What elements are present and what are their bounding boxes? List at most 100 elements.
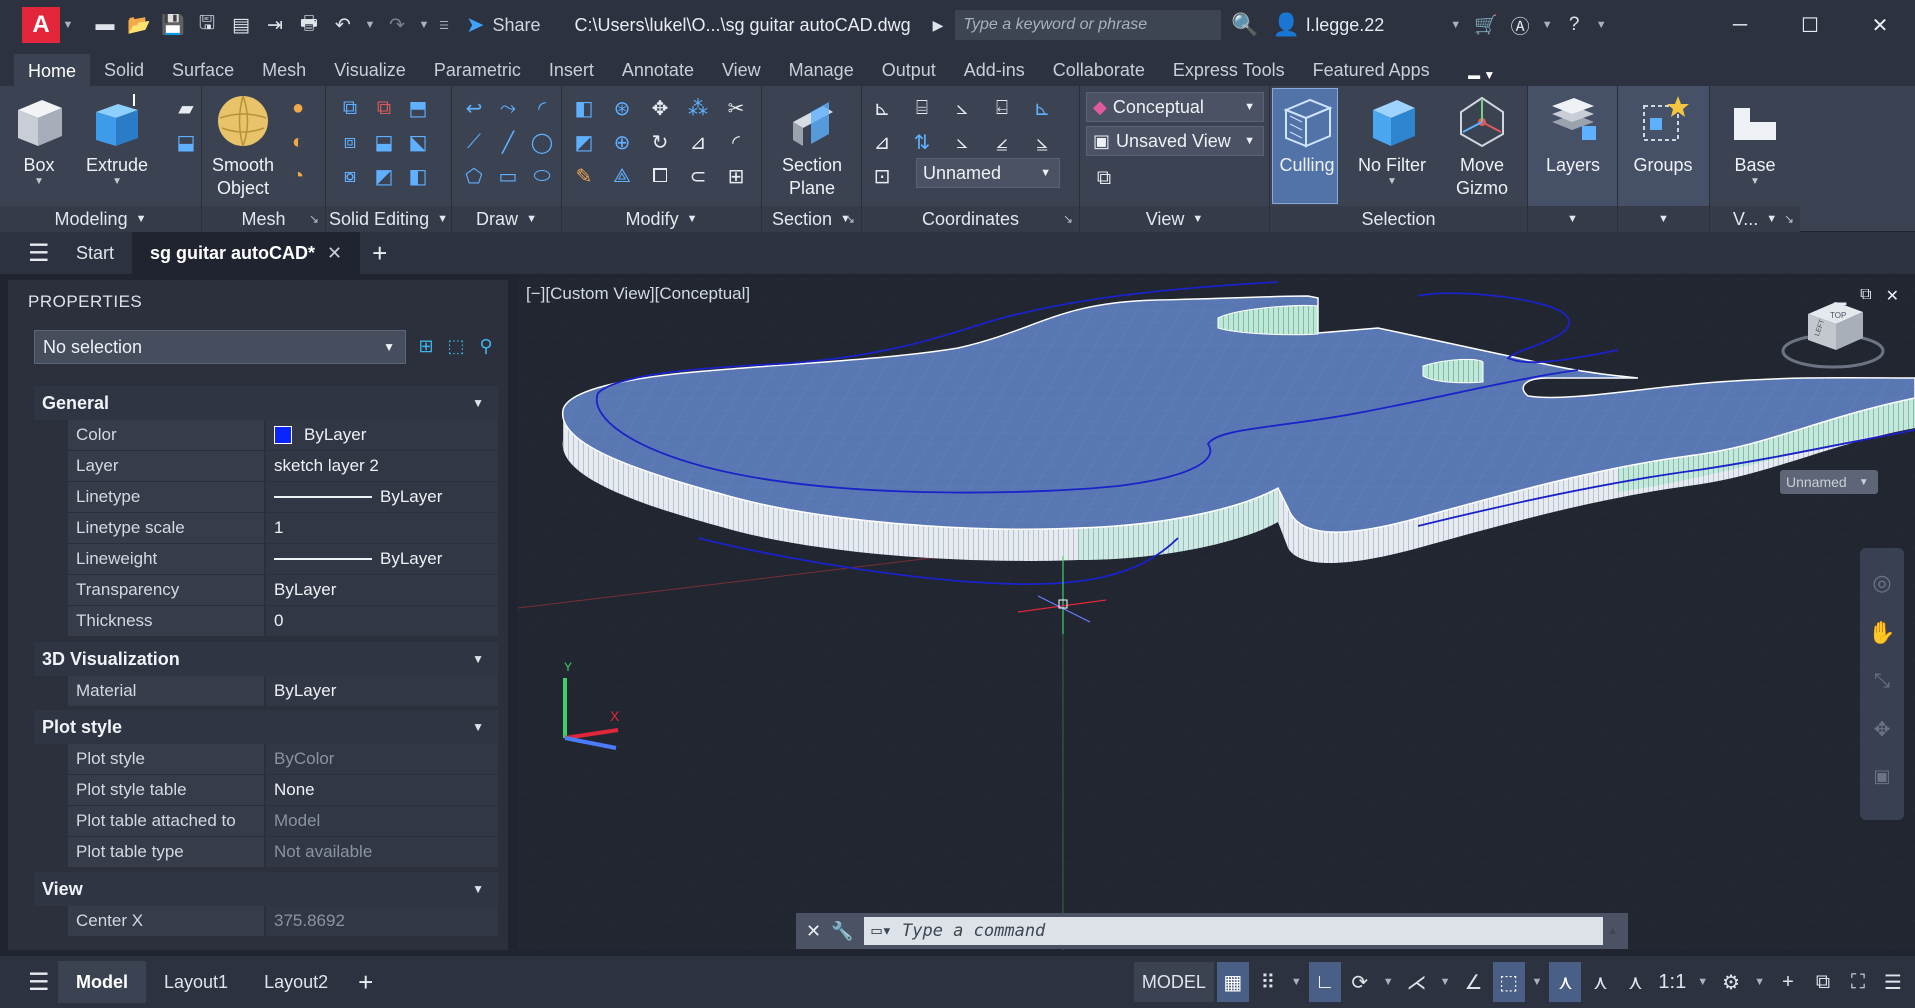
- panel-title-draw[interactable]: Draw ▼: [452, 206, 561, 232]
- select-objects-icon[interactable]: ⬚: [444, 334, 468, 358]
- steering-wheel-icon[interactable]: ◎: [1860, 570, 1904, 596]
- union-icon[interactable]: ⧉: [336, 94, 364, 122]
- quick-select-icon[interactable]: ⚲: [474, 334, 498, 358]
- undo-dropdown-icon[interactable]: ▼: [362, 10, 378, 40]
- solid-history-icon[interactable]: ⬒: [404, 94, 432, 122]
- tab-collaborate[interactable]: Collaborate: [1039, 54, 1159, 86]
- 3d-move-icon[interactable]: ⟁: [608, 162, 636, 190]
- osnap-dropdown-icon[interactable]: ▼: [1528, 962, 1547, 1002]
- toggle-pickadd-icon[interactable]: ⊞: [414, 334, 438, 358]
- prop-row-plot-style[interactable]: Plot style ByColor: [68, 744, 498, 775]
- prop-row-plot-table-type[interactable]: Plot table type Not available: [68, 837, 498, 868]
- redo-icon[interactable]: ↷: [382, 10, 412, 40]
- ucs-x-icon[interactable]: ⦣: [948, 128, 976, 156]
- panel-title-base-view[interactable]: V... ▼ ↘: [1710, 206, 1800, 232]
- orbit-icon[interactable]: ✥: [1860, 717, 1904, 742]
- tab-parametric[interactable]: Parametric: [420, 54, 535, 86]
- close-icon[interactable]: ✕: [1845, 0, 1915, 50]
- minimize-icon[interactable]: ─: [1705, 0, 1775, 50]
- section-launcher-icon[interactable]: ↘: [845, 212, 855, 226]
- viewport-label[interactable]: [−][Custom View][Conceptual]: [526, 284, 750, 304]
- autodesk-app-icon[interactable]: Ⓐ: [1505, 10, 1535, 40]
- search-input[interactable]: Type a keyword or phrase: [955, 10, 1222, 40]
- viewport-config-icon[interactable]: ⧉: [1090, 164, 1118, 192]
- extrude-button[interactable]: Extrude ▼: [86, 92, 148, 187]
- ucs-name-pill[interactable]: Unnamed ▼: [1780, 470, 1878, 494]
- ucs-3point-icon[interactable]: ⊡: [868, 162, 896, 190]
- viewport-restore-icon[interactable]: ⧉: [1860, 286, 1871, 306]
- command-customize-icon[interactable]: 🔧: [831, 921, 853, 942]
- annotation-monitor-icon[interactable]: +: [1772, 962, 1804, 1002]
- app-logo-button[interactable]: A: [22, 7, 60, 43]
- array-icon[interactable]: ⊞: [722, 162, 750, 190]
- tab-manage[interactable]: Manage: [775, 54, 868, 86]
- undo-icon[interactable]: ↶: [328, 10, 358, 40]
- file-tab-menu-icon[interactable]: ☰: [28, 239, 58, 268]
- annotation-visibility-icon[interactable]: ⋏: [1549, 962, 1582, 1002]
- subtract-icon[interactable]: ⧉: [370, 94, 398, 122]
- ucs-view-icon[interactable]: ⍇: [988, 94, 1016, 122]
- coordinates-launcher-icon[interactable]: ↘: [1063, 212, 1073, 226]
- extract-edges-icon[interactable]: ⬕: [404, 128, 432, 156]
- panel-title-coordinates[interactable]: Coordinates ↘: [862, 206, 1079, 232]
- line-icon[interactable]: ╱: [494, 128, 522, 156]
- polar-tracking-icon[interactable]: ⟳: [1344, 962, 1376, 1002]
- circle-icon[interactable]: ◯: [528, 128, 556, 156]
- scale-dropdown-icon[interactable]: ▼: [1693, 962, 1712, 1002]
- layout-menu-icon[interactable]: ☰: [28, 968, 58, 997]
- 3d-scale-icon[interactable]: ⊕: [608, 128, 636, 156]
- viewport-minimize-icon[interactable]: ▁: [1834, 286, 1846, 306]
- 3d-align-icon[interactable]: ◩: [570, 128, 598, 156]
- panel-launcher-icon[interactable]: ↘: [309, 212, 319, 226]
- snap-dropdown-icon[interactable]: ▼: [1287, 962, 1306, 1002]
- auto-scale-icon[interactable]: ⋏: [1584, 962, 1616, 1002]
- smooth-more-icon[interactable]: ●: [284, 94, 312, 122]
- polygon-icon[interactable]: ⬠: [460, 162, 488, 190]
- open-icon[interactable]: 📂: [124, 10, 154, 40]
- interfere-icon[interactable]: ⧇: [336, 162, 364, 190]
- plot-icon[interactable]: 🖶: [294, 10, 324, 40]
- maximize-icon[interactable]: ☐: [1775, 0, 1845, 50]
- arc-icon[interactable]: ◜: [528, 94, 556, 122]
- ucs-origin-icon[interactable]: ⦣: [948, 94, 976, 122]
- base-view-launcher-icon[interactable]: ↘: [1784, 212, 1794, 226]
- spline-icon[interactable]: ⤳: [494, 94, 522, 122]
- prop-row-material[interactable]: Material ByLayer: [68, 676, 498, 707]
- ucs-icon[interactable]: ⊾: [868, 94, 896, 122]
- model-space-toggle[interactable]: MODEL: [1133, 962, 1214, 1002]
- base-view-button[interactable]: Base ▼: [1722, 92, 1788, 187]
- section-plot-style[interactable]: Plot style ▼: [34, 710, 498, 744]
- panel-title-groups[interactable]: ▼: [1618, 206, 1709, 232]
- workspace-dropdown-icon[interactable]: ▼: [1750, 962, 1769, 1002]
- model-canvas[interactable]: Y X TOP LEFT: [518, 278, 1915, 950]
- prop-row-transparency[interactable]: Transparency ByLayer: [68, 575, 498, 606]
- prop-row-plot-style-table[interactable]: Plot style table None: [68, 775, 498, 806]
- import-icon[interactable]: ⇥: [260, 10, 290, 40]
- rotate-icon[interactable]: ↻: [646, 128, 674, 156]
- prop-row-linetype[interactable]: Linetype ByLayer: [68, 482, 498, 513]
- panel-title-section[interactable]: Section ▼ ↘: [762, 206, 861, 232]
- section-plane-button[interactable]: Section Plane: [776, 92, 848, 200]
- ucs-world-icon[interactable]: ⊿: [868, 128, 896, 156]
- move-icon[interactable]: ✥: [646, 94, 674, 122]
- separate-icon[interactable]: ◧: [404, 162, 432, 190]
- ellipse-icon[interactable]: ⬭: [528, 162, 556, 190]
- ucs-face-icon[interactable]: ⇅: [908, 128, 936, 156]
- panel-title-selection[interactable]: Selection: [1270, 206, 1527, 232]
- command-history-icon[interactable]: ▭▾: [872, 921, 892, 941]
- tab-visualize[interactable]: Visualize: [320, 54, 420, 86]
- showmotion-icon[interactable]: ▣: [1860, 766, 1904, 787]
- redo-dropdown-icon[interactable]: ▼: [416, 10, 432, 40]
- offset-icon[interactable]: ⊂: [684, 162, 712, 190]
- new-icon[interactable]: ▬: [90, 10, 120, 40]
- fullscreen-icon[interactable]: ⛶: [1842, 962, 1874, 1002]
- groups-button[interactable]: Groups: [1630, 92, 1696, 177]
- 3d-rotate-icon[interactable]: ⊛: [608, 94, 636, 122]
- tab-start[interactable]: Start: [58, 232, 132, 274]
- save-icon[interactable]: 💾: [158, 10, 188, 40]
- polyline-icon[interactable]: ↩: [460, 94, 488, 122]
- app-menu-chevron-icon[interactable]: ▼: [60, 10, 76, 40]
- scale-value[interactable]: 1:1: [1654, 962, 1690, 1002]
- close-tab-icon[interactable]: ✕: [327, 243, 342, 264]
- prop-row-color[interactable]: Color ByLayer: [68, 420, 498, 451]
